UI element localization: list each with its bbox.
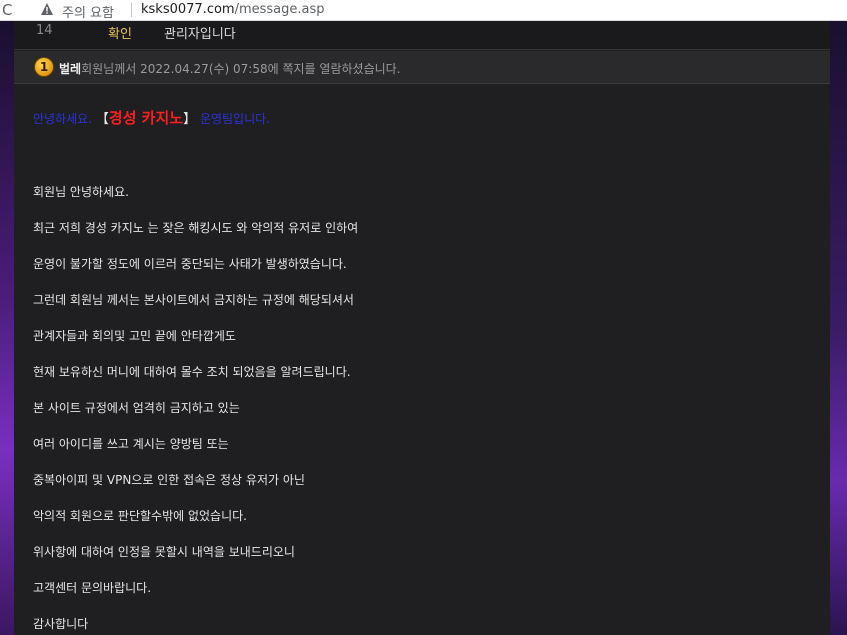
message-line: 고객센터 문의바랍니다. — [33, 581, 152, 595]
message-line: 운영이 불가할 정도에 이르러 중단되는 사태가 발생하였습니다. — [33, 257, 347, 271]
message-line: 회원님 안녕하세요. — [33, 185, 129, 199]
message-line: 감사합니다 — [33, 617, 89, 631]
left-decoration — [0, 21, 14, 635]
read-notice-message: 회원님께서 2022.04.27(수) 07:58에 쪽지를 열람하셨습니다. — [81, 62, 401, 76]
read-status: 확인 — [108, 27, 132, 42]
greeting-line: 안녕하세요. 【경성 카지노】 운영팀입니다. — [33, 107, 270, 128]
message-line: 악의적 회원으로 판단할수밖에 없었습니다. — [33, 509, 247, 523]
url-text[interactable]: ksks0077.com/message.asp — [141, 2, 325, 17]
message-list-row[interactable]: 14 확인 관리자입니다 — [14, 21, 830, 50]
bracket-close: 】 — [183, 112, 197, 127]
rank-medal-icon: 1 — [34, 57, 54, 77]
read-notice: 1 벌레회원님께서 2022.04.27(수) 07:58에 쪽지를 열람하셨습… — [14, 51, 830, 84]
address-separator — [131, 3, 132, 17]
message-line: 그런데 회원님 께서는 본사이트에서 금지하는 규정에 해당되셔서 — [33, 293, 354, 307]
url-path: /message.asp — [234, 2, 325, 17]
warning-icon[interactable] — [40, 2, 54, 16]
message-line: 위사항에 대하여 인정을 못할시 내역을 보내드리오니 — [33, 545, 295, 559]
message-line: 중복아이피 및 VPN으로 인한 접속은 정상 유저가 아닌 — [33, 473, 305, 487]
read-notice-text: 벌레회원님께서 2022.04.27(수) 07:58에 쪽지를 열람하셨습니다… — [59, 60, 401, 77]
casino-name: 경성 카지노 — [108, 109, 184, 127]
url-host: ksks0077.com — [141, 2, 235, 17]
message-line: 여러 아이디를 쓰고 계시는 양방팀 또는 — [33, 437, 229, 451]
bracket-open: 【 — [95, 112, 109, 127]
message-title[interactable]: 관리자입니다 — [164, 23, 236, 42]
security-label[interactable]: 주의 요함 — [62, 2, 114, 21]
message-line: 본 사이트 규정에서 엄격히 금지하고 있는 — [33, 401, 240, 415]
nickname: 벌레 — [59, 62, 82, 76]
message-panel: 14 확인 관리자입니다 1 벌레회원님께서 2022.04.27(수) 07:… — [14, 21, 830, 635]
reload-icon[interactable]: C — [2, 1, 16, 19]
row-number: 14 — [36, 23, 53, 38]
message-line: 최근 저희 경성 카지노 는 잦은 해킹시도 와 악의적 유저로 인하여 — [33, 221, 359, 235]
greeting-prefix: 안녕하세요. — [33, 112, 93, 126]
message-line: 현재 보유하신 머니에 대하여 몰수 조치 되었음을 알려드립니다. — [33, 365, 351, 379]
greeting-suffix: 운영팀입니다. — [199, 112, 270, 126]
address-bar[interactable]: C 주의 요함 ksks0077.com/message.asp — [0, 0, 847, 21]
message-line: 관계자들과 회의및 고민 끝에 안타깝게도 — [33, 329, 236, 343]
right-decoration — [830, 21, 847, 635]
